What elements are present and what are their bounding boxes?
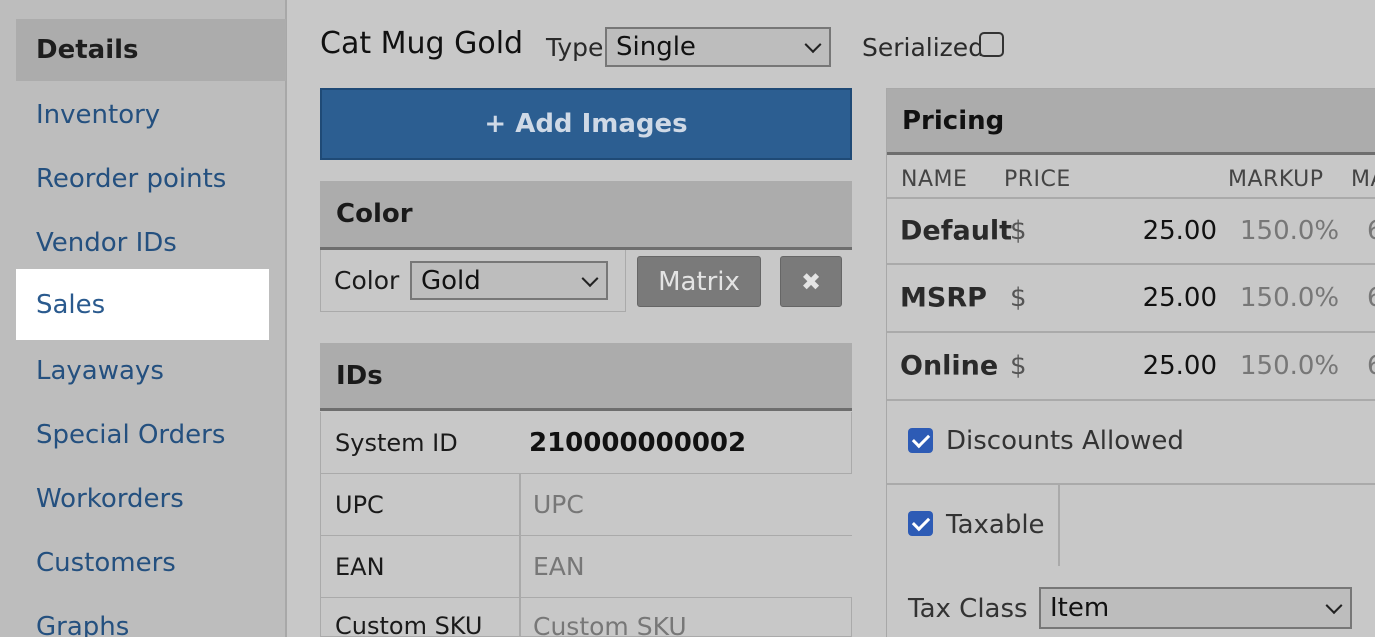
matrix-button-label: Matrix (658, 266, 740, 297)
serialized-checkbox[interactable] (979, 32, 1004, 57)
pricing-title: Pricing (902, 105, 1005, 136)
column-header-margin: MA (1351, 167, 1375, 192)
sidebar-item-inventory[interactable]: Inventory (16, 83, 269, 147)
matrix-button[interactable]: Matrix (637, 256, 761, 307)
price-currency: $ (1010, 283, 1027, 313)
price-margin[interactable]: 60 (1367, 216, 1375, 246)
ean-label: EAN (335, 552, 385, 581)
type-label: Type (546, 33, 604, 62)
sidebar-item-vendor-ids[interactable]: Vendor IDs (16, 211, 269, 275)
sidebar-nav: Details Inventory Reorder points Vendor … (0, 0, 287, 637)
price-row: MSRP $ 25.00 150.0% 60 (887, 265, 1375, 333)
sidebar-item-layaways[interactable]: Layaways (16, 339, 269, 403)
price-markup[interactable]: 150.0% (1240, 216, 1339, 246)
price-value-input[interactable]: 25.00 (1143, 351, 1217, 381)
color-panel-header: Color (320, 181, 852, 250)
tax-class-label: Tax Class (908, 594, 1028, 624)
price-markup[interactable]: 150.0% (1240, 283, 1339, 313)
price-margin[interactable]: 60 (1367, 351, 1375, 381)
system-id-value: 210000000002 (529, 427, 747, 458)
chevron-down-icon (581, 269, 599, 287)
price-value-input[interactable]: 25.00 (1143, 283, 1217, 313)
system-id-label: System ID (335, 428, 458, 457)
color-panel-title: Color (336, 199, 413, 229)
tax-class-select[interactable]: Item (1039, 587, 1352, 629)
price-currency: $ (1010, 216, 1027, 246)
discounts-allowed-label: Discounts Allowed (946, 426, 1184, 456)
pricing-panel: Pricing NAME PRICE MARKUP MA Default $ 2… (886, 88, 1375, 637)
price-name: Default (900, 215, 1013, 247)
id-row-system: System ID 210000000002 (320, 412, 852, 474)
sidebar-item-customers[interactable]: Customers (16, 531, 269, 595)
id-row-upc: UPC UPC (320, 474, 852, 536)
taxable-checkbox[interactable] (908, 511, 933, 536)
type-select-value: Single (616, 32, 696, 62)
sidebar-item-sales[interactable]: Sales (16, 269, 269, 340)
type-select[interactable]: Single (605, 27, 831, 67)
close-icon: ✖ (800, 267, 822, 296)
ids-panel-header: IDs (320, 343, 852, 411)
sidebar-item-workorders[interactable]: Workorders (16, 467, 269, 531)
column-header-price: PRICE (1004, 167, 1071, 192)
sidebar-item-details[interactable]: Details (16, 19, 286, 81)
color-select-value: Gold (421, 265, 481, 296)
price-name: MSRP (900, 282, 987, 314)
custom-sku-input[interactable]: Custom SKU (519, 598, 851, 636)
remove-color-button[interactable]: ✖ (780, 256, 842, 307)
column-header-markup: MARKUP (1228, 167, 1324, 192)
pricing-header: Pricing (887, 89, 1375, 155)
item-title: Cat Mug Gold (320, 26, 524, 61)
upc-label: UPC (335, 490, 384, 519)
tax-class-value: Item (1050, 593, 1110, 623)
price-value-input[interactable]: 25.00 (1143, 216, 1217, 246)
price-row: Default $ 25.00 150.0% 60 (887, 197, 1375, 265)
divider (887, 483, 1375, 485)
id-row-custom-sku: Custom SKU Custom SKU (320, 598, 852, 637)
serialized-label: Serialized (862, 33, 985, 62)
price-name: Online (900, 350, 999, 382)
id-row-ean: EAN EAN (320, 536, 852, 598)
color-field-label: Color (334, 266, 400, 295)
taxable-label: Taxable (946, 510, 1045, 540)
upc-input[interactable]: UPC (519, 474, 852, 535)
sidebar-item-special-orders[interactable]: Special Orders (16, 403, 269, 467)
price-row: Online $ 25.00 150.0% 60 (887, 333, 1375, 401)
discounts-allowed-checkbox[interactable] (908, 428, 933, 453)
price-currency: $ (1010, 351, 1027, 381)
add-images-label: + Add Images (484, 109, 688, 139)
column-header-name: NAME (901, 167, 968, 192)
sidebar-item-reorder-points[interactable]: Reorder points (16, 147, 269, 211)
divider (1058, 485, 1060, 566)
color-select[interactable]: Gold (410, 261, 608, 300)
sidebar-item-graphs[interactable]: Graphs (16, 595, 269, 637)
ean-input[interactable]: EAN (519, 536, 852, 597)
add-images-button[interactable]: + Add Images (320, 88, 852, 160)
chevron-down-icon (1325, 597, 1343, 615)
chevron-down-icon (804, 36, 822, 54)
ids-panel-title: IDs (336, 360, 383, 391)
price-markup[interactable]: 150.0% (1240, 351, 1339, 381)
custom-sku-label: Custom SKU (335, 612, 483, 637)
price-margin[interactable]: 60 (1367, 283, 1375, 313)
